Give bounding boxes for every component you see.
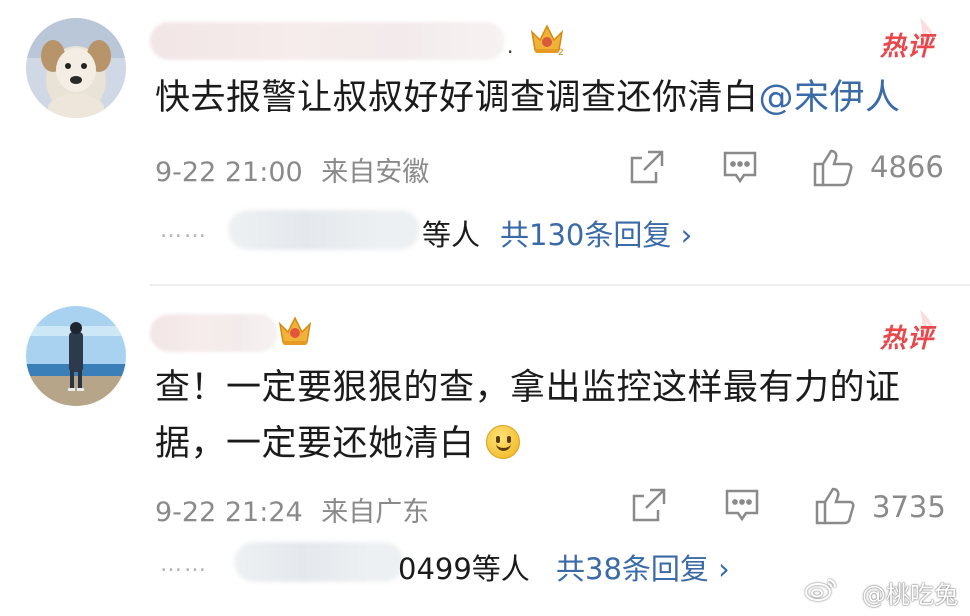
username-redacted[interactable]: [150, 22, 505, 60]
hot-comment-badge: 热评: [879, 32, 934, 62]
name-separator: .: [507, 34, 514, 58]
reply-users-redacted: [234, 542, 404, 582]
comment-meta: 9-22 21:24 来自广东: [155, 490, 429, 529]
reply-users-suffix: 0499等人: [398, 552, 530, 586]
crown-badge-icon: [276, 312, 314, 348]
comment-text: 查！一定要狠狠的查，拿出监控这样最有力的证 据，一定要还她清白: [155, 360, 945, 472]
comment-icon[interactable]: [724, 486, 760, 528]
crown-badge-icon: 2: [528, 20, 566, 58]
like-count: 3735: [872, 490, 946, 524]
hot-comment-badge: 热评: [879, 324, 934, 354]
comment-time: 9-22 21:24: [155, 497, 303, 528]
like-icon[interactable]: [814, 486, 856, 530]
watermark: @桃吃兔: [862, 581, 958, 609]
comment-text: 快去报警让叔叔好好调查调查还你清白@宋伊人: [155, 70, 945, 126]
comment-line-2: 据，一定要还她清白: [155, 416, 945, 472]
comment-item: 热评 查！一定要狠狠的查，拿出监控这样最有力的证 据，一定要还她清白 9-22 …: [0, 288, 970, 616]
comment-time: 9-22 21:00: [155, 157, 303, 188]
share-icon[interactable]: [630, 486, 668, 528]
comment-icon[interactable]: [722, 148, 758, 190]
smile-emoji-icon: [486, 425, 521, 459]
divider: [150, 284, 970, 286]
comment-body: 快去报警让叔叔好好调查调查还你清白: [155, 78, 759, 118]
reply-users-suffix: 等人: [422, 218, 481, 252]
weibo-logo-icon: [804, 576, 838, 606]
svg-text:2: 2: [558, 48, 564, 56]
view-replies-link[interactable]: 共130条回复 ›: [500, 212, 692, 254]
mention-link[interactable]: @宋伊人: [759, 78, 901, 118]
comment-line-2-text: 据，一定要还她清白: [155, 424, 475, 464]
comment-line-1: 查！一定要狠狠的查，拿出监控这样最有力的证: [155, 368, 901, 408]
username-redacted[interactable]: [150, 314, 278, 352]
share-icon[interactable]: [628, 148, 666, 190]
comment-item: . 2 热评 快去报警让叔叔好好调查调查还你清白@宋伊人 9-22 21:00 …: [0, 0, 970, 282]
comment-location: 来自广东: [321, 497, 430, 528]
view-replies-link[interactable]: 共38条回复 ›: [556, 546, 730, 588]
like-count: 4866: [870, 150, 944, 184]
reply-users-redacted: [228, 210, 420, 250]
reply-ellipsis: ……: [160, 552, 208, 577]
comment-location: 来自安徽: [321, 157, 430, 188]
comment-meta: 9-22 21:00 来自安徽: [155, 150, 429, 189]
comment-list: . 2 热评 快去报警让叔叔好好调查调查还你清白@宋伊人 9-22 21:00 …: [0, 0, 970, 616]
avatar[interactable]: [26, 306, 126, 406]
avatar[interactable]: [26, 18, 126, 118]
like-icon[interactable]: [812, 148, 854, 192]
reply-ellipsis: ……: [160, 218, 208, 243]
